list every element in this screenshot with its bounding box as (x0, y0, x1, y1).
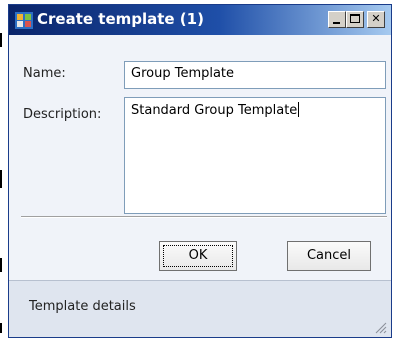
app-icon (15, 12, 33, 29)
create-template-dialog: Create template (1) ✕ Name: Group Templa… (8, 4, 392, 338)
window-title: Create template (1) (37, 10, 204, 28)
focus-rectangle (163, 245, 233, 267)
description-field[interactable]: Standard Group Template (124, 97, 386, 214)
maximize-button[interactable] (346, 11, 364, 28)
background-edge-mark (0, 323, 2, 333)
cancel-button-label: Cancel (306, 248, 352, 263)
resize-grip-icon[interactable] (373, 320, 387, 334)
close-icon: ✕ (371, 12, 381, 25)
minimize-icon (333, 22, 340, 24)
separator (21, 216, 387, 218)
name-value: Group Template (131, 66, 235, 81)
status-text: Template details (29, 299, 136, 314)
ok-button[interactable]: OK (159, 241, 237, 271)
minimize-button[interactable] (328, 11, 346, 28)
title-bar[interactable]: Create template (1) ✕ (9, 5, 391, 35)
maximize-icon (350, 14, 360, 23)
description-value: Standard Group Template (131, 103, 298, 118)
name-field[interactable]: Group Template (124, 61, 386, 89)
dialog-content: Name: Group Template Description: Standa… (9, 35, 391, 280)
background-edge-mark (0, 170, 2, 188)
background-edge-mark (0, 33, 2, 47)
name-label: Name: (23, 66, 66, 81)
close-button[interactable]: ✕ (367, 11, 385, 28)
cancel-button[interactable]: Cancel (287, 241, 371, 271)
description-label: Description: (23, 107, 102, 122)
text-caret (298, 102, 300, 117)
status-bar: Template details (9, 280, 391, 337)
background-edge-mark (0, 258, 2, 272)
